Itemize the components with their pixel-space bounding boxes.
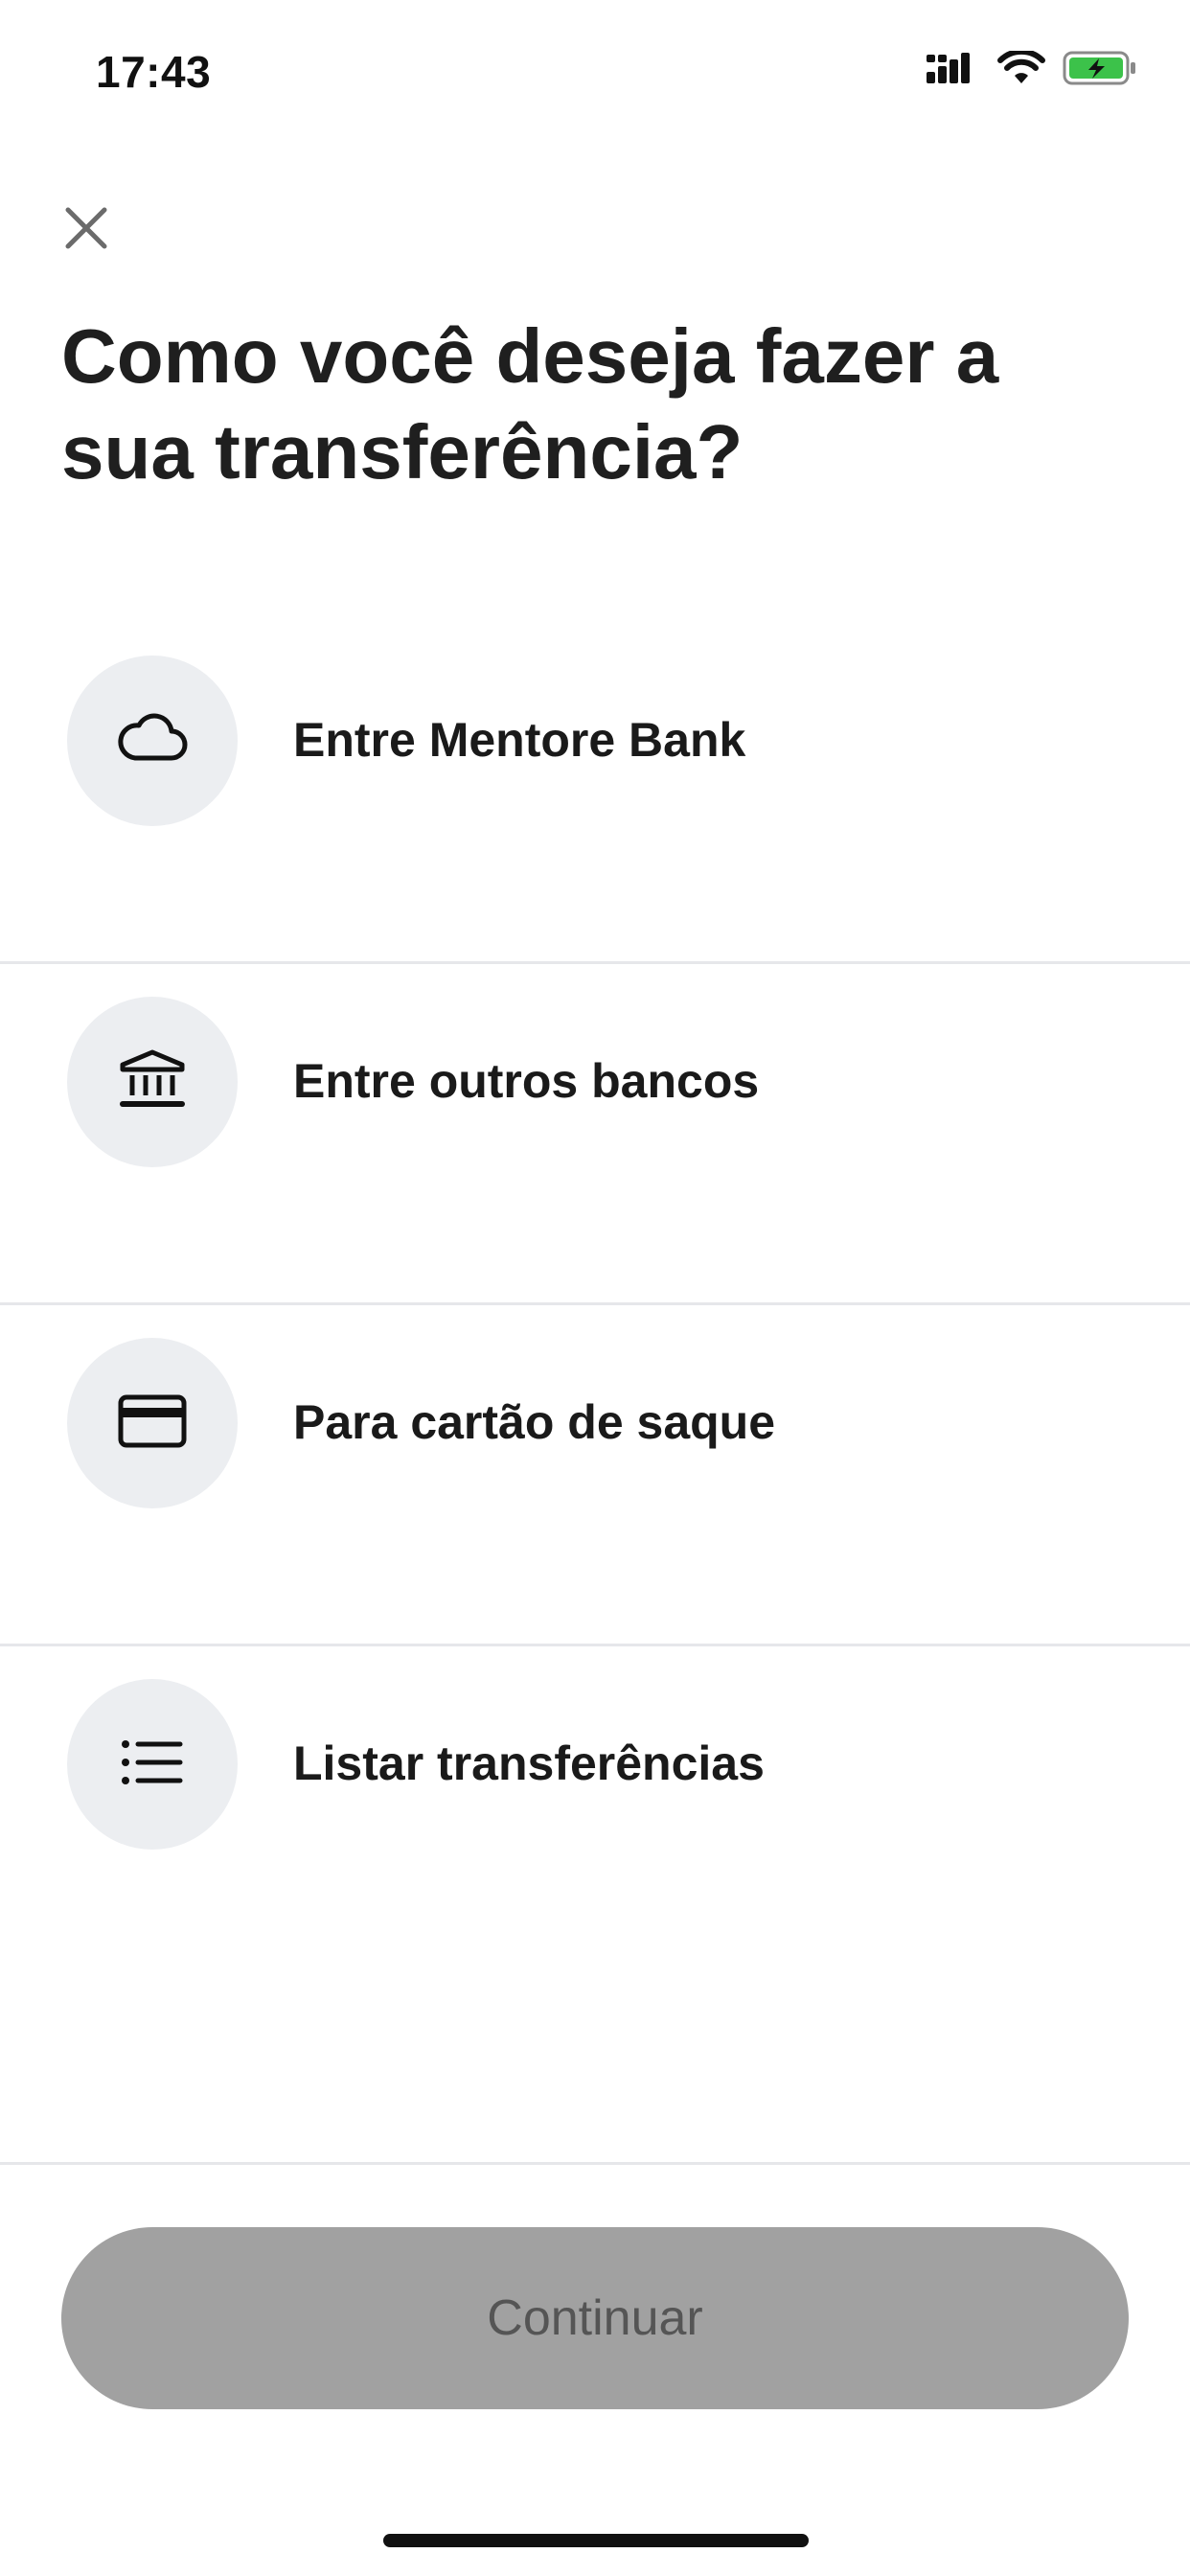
option-label: Entre Mentore Bank [293,713,746,767]
close-icon [64,206,108,255]
footer-divider [0,2162,1190,2165]
battery-charging-icon [1063,50,1137,86]
signal-icon [927,51,980,85]
option-label: Entre outros bancos [293,1054,760,1108]
option-icon-circle [67,1338,238,1508]
status-bar: 17:43 [0,0,1190,144]
cloud-icon [114,710,191,772]
option-list-transfers[interactable]: Listar transferências [0,1646,1190,1988]
option-label: Listar transferências [293,1736,765,1790]
option-icon-circle [67,1679,238,1850]
option-label: Para cartão de saque [293,1395,776,1449]
bank-icon [119,1049,186,1116]
transfer-options-list: Entre Mentore Bank Entre outros bancos P… [0,623,1190,1988]
card-icon [118,1394,187,1453]
list-icon [121,1738,184,1791]
continue-button[interactable]: Continuar [61,2227,1129,2409]
option-other-banks[interactable]: Entre outros bancos [0,964,1190,1305]
option-icon-circle [67,997,238,1167]
option-withdraw-card[interactable]: Para cartão de saque [0,1305,1190,1646]
page-title: Como você deseja fazer a sua transferênc… [61,313,999,494]
status-time: 17:43 [96,47,212,97]
home-indicator [383,2534,809,2547]
status-icons [927,50,1137,86]
close-button[interactable] [56,199,117,261]
option-mentore-bank[interactable]: Entre Mentore Bank [0,623,1190,964]
wifi-icon [997,51,1045,85]
option-icon-circle [67,656,238,826]
